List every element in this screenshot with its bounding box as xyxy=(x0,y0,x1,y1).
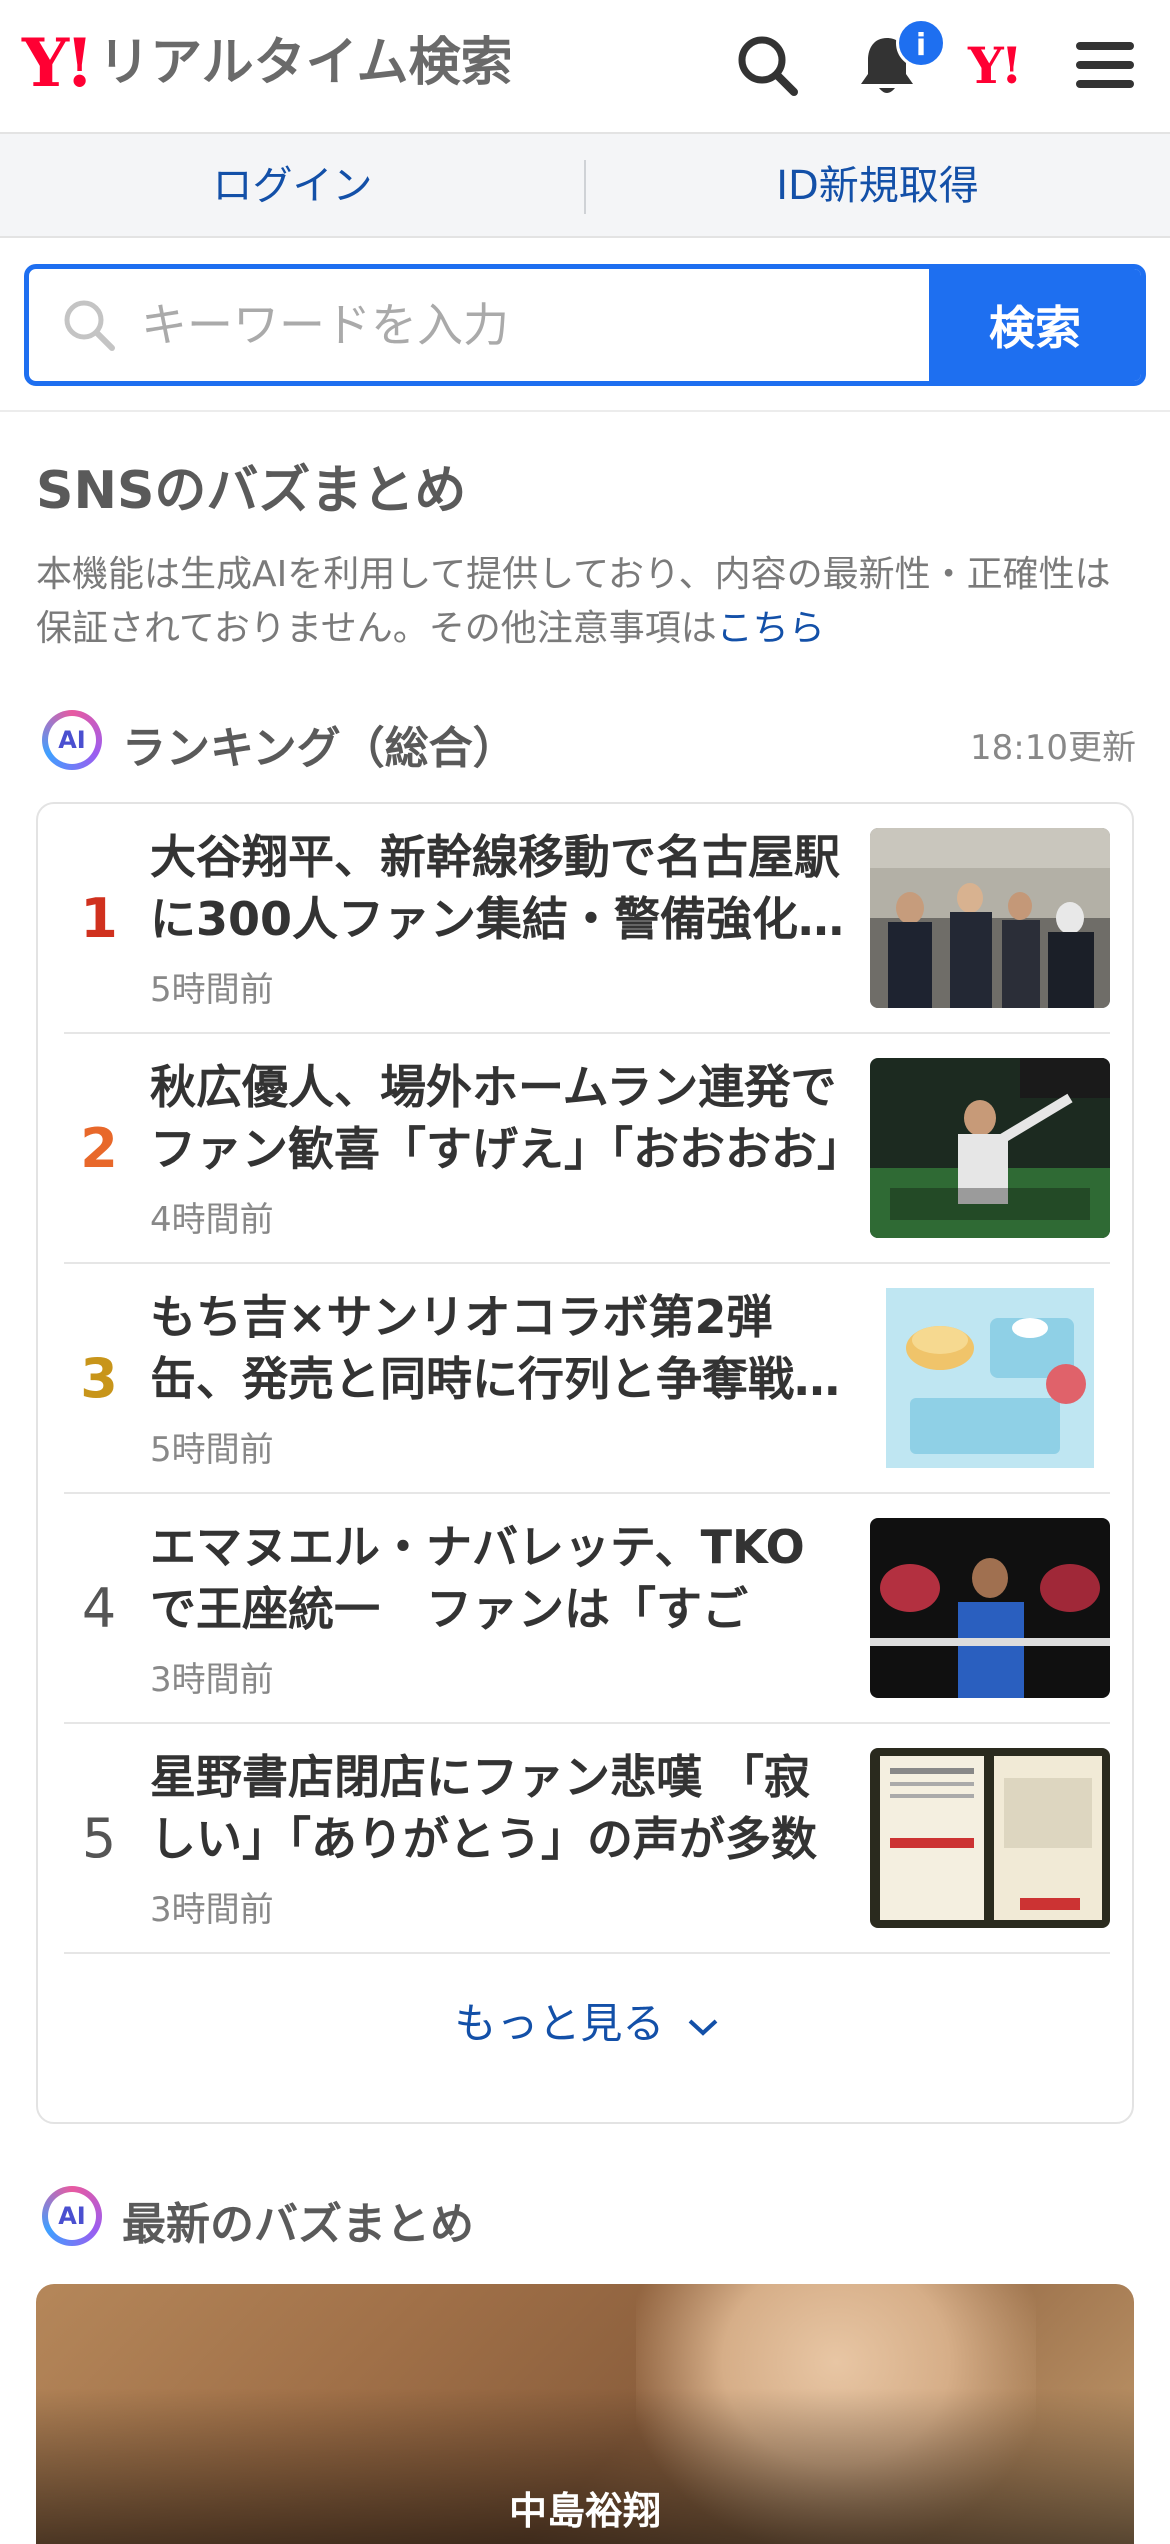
rank-number: 3 xyxy=(80,1347,118,1410)
more-label: もっと見る xyxy=(454,1999,665,2048)
ranking-item-title[interactable]: 星野書店閉店にファン悲嘆 「寂しい」「ありがとう」の声が多数 xyxy=(150,1746,850,1870)
ranking-thumbnail[interactable] xyxy=(870,1288,1110,1468)
ai-icon: AI xyxy=(42,710,102,770)
card-caption: 中島裕翔 xyxy=(508,2489,661,2533)
ranking-item[interactable]: 5 星野書店閉店にファン悲嘆 「寂しい」「ありがとう」の声が多数 3時間前 xyxy=(64,1724,1110,1954)
ranking-header: AI ランキング（総合） 18:10更新 xyxy=(36,704,1136,774)
search-button[interactable]: 検索 xyxy=(929,269,1141,381)
ranking-item-title[interactable]: 大谷翔平、新幹線移動で名古屋駅に300人ファン集結・警備強化… xyxy=(150,826,850,950)
ai-notice: 本機能は生成AIを利用して提供しており、内容の最新性・正確性は保証されておりませ… xyxy=(36,548,1136,656)
notification-badge[interactable]: i xyxy=(896,18,946,68)
yahoo-logo-mark: Y! xyxy=(22,24,94,102)
ranking-item[interactable]: 2 秋広優人、場外ホームラン連発でファン歓喜「すげえ」「おおおお」 4時間前 xyxy=(64,1034,1110,1264)
yahoo-japan-icon[interactable]: Y! xyxy=(968,36,1023,95)
search-box: 検索 xyxy=(24,264,1146,386)
ai-badge-label: AI xyxy=(48,2192,96,2240)
ranking-item-time: 3時間前 xyxy=(150,1660,274,1700)
ai-icon: AI xyxy=(42,2186,102,2246)
ranking-item[interactable]: 1 大谷翔平、新幹線移動で名古屋駅に300人ファン集結・警備強化… 5時間前 xyxy=(64,804,1110,1034)
ranking-thumbnail[interactable] xyxy=(870,1748,1110,1928)
ranking-item[interactable]: 3 もち吉×サンリオコラボ第2弾 缶、発売と同時に行列と争奪戦… 5時間前 xyxy=(64,1264,1110,1494)
section-title: SNSのバズまとめ xyxy=(36,461,467,521)
rank-number: 2 xyxy=(80,1117,118,1180)
ranking-item-time: 5時間前 xyxy=(150,1430,274,1470)
account-bar: ログイン ID新規取得 xyxy=(0,134,1170,238)
ranking-thumbnail[interactable] xyxy=(870,1518,1110,1698)
latest-buzz-card[interactable]: 中島裕翔 xyxy=(36,2284,1134,2544)
divider xyxy=(0,410,1170,412)
search-field-icon xyxy=(64,300,115,351)
notice-link[interactable]: こちら xyxy=(717,608,825,649)
ranking-thumbnail[interactable] xyxy=(870,1058,1110,1238)
rank-number: 1 xyxy=(80,887,118,950)
latest-title: 最新のバズまとめ xyxy=(122,2199,474,2250)
ranking-item-time: 4時間前 xyxy=(150,1200,274,1240)
latest-header: AI 最新のバズまとめ xyxy=(36,2180,1136,2250)
login-link[interactable]: ログイン xyxy=(0,134,585,238)
search-icon[interactable] xyxy=(732,30,802,100)
hamburger-menu-icon[interactable] xyxy=(1070,30,1140,100)
ranking-card: 1 大谷翔平、新幹線移動で名古屋駅に300人ファン集結・警備強化… 5時間前 2… xyxy=(36,802,1134,2124)
signup-link[interactable]: ID新規取得 xyxy=(585,134,1170,238)
ranking-item-title[interactable]: エマヌエル・ナバレッテ、TKOで王座統一 ファンは「すごい」… xyxy=(150,1516,850,1640)
notice-text: 本機能は生成AIを利用して提供しており、内容の最新性・正確性は保証されておりませ… xyxy=(36,554,1111,649)
updated-time: 18:10更新 xyxy=(970,728,1136,768)
logo-title: リアルタイム検索 xyxy=(98,33,513,93)
ranking-item[interactable]: 4 エマヌエル・ナバレッテ、TKOで王座統一 ファンは「すごい」… 3時間前 xyxy=(64,1494,1110,1724)
ai-badge-label: AI xyxy=(48,716,96,764)
ranking-item-time: 5時間前 xyxy=(150,970,274,1010)
ranking-item-title[interactable]: もち吉×サンリオコラボ第2弾 缶、発売と同時に行列と争奪戦… xyxy=(150,1286,850,1410)
ranking-item-time: 3時間前 xyxy=(150,1890,274,1930)
ranking-item-title[interactable]: 秋広優人、場外ホームラン連発でファン歓喜「すげえ」「おおおお」 xyxy=(150,1056,850,1180)
yahoo-realtime-logo[interactable]: Y! リアルタイム検索 xyxy=(22,28,513,98)
more-button[interactable]: もっと見る xyxy=(38,1974,1136,2074)
ranking-thumbnail[interactable] xyxy=(870,828,1110,1008)
rank-number: 5 xyxy=(81,1807,117,1870)
chevron-down-icon xyxy=(688,2019,718,2036)
ranking-title: ランキング（総合） xyxy=(122,723,517,774)
rank-number: 4 xyxy=(81,1577,117,1640)
search-input[interactable] xyxy=(141,269,953,381)
app-header: Y! リアルタイム検索 i Y! xyxy=(0,0,1170,134)
